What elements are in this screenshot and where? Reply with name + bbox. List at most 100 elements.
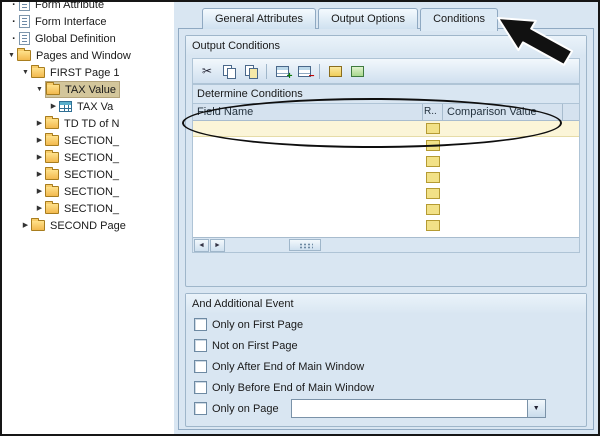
scrollbar-thumb[interactable] [289, 239, 321, 251]
expand-icon[interactable]: ▶ [34, 149, 45, 166]
tree-item-section-2[interactable]: ▶ SECTION_ [2, 149, 172, 166]
tab-conditions[interactable]: Conditions [420, 8, 498, 31]
r-cell[interactable] [423, 169, 443, 185]
collapse-icon[interactable]: ▼ [20, 64, 31, 81]
field-name-cell[interactable] [193, 137, 423, 153]
field-name-cell[interactable] [193, 217, 423, 233]
comparison-value-cell[interactable] [443, 185, 563, 201]
r-input[interactable] [426, 220, 440, 231]
expand-icon[interactable]: ▶ [34, 166, 45, 183]
checkbox-label: Only on First Page [212, 319, 303, 331]
filler-cell [563, 121, 579, 136]
r-cell[interactable] [423, 121, 443, 136]
tree-item-section-5[interactable]: ▶ SECTION_ [2, 200, 172, 217]
folder-icon [45, 135, 59, 146]
field-name-cell[interactable] [193, 121, 423, 136]
additional-event-title: And Additional Event [186, 294, 586, 314]
field-name-cell[interactable] [193, 169, 423, 185]
checkbox-row-not-on-first-page: Not on First Page [186, 335, 586, 356]
column-r[interactable]: R.. [423, 104, 443, 120]
comparison-value-cell[interactable] [443, 201, 563, 217]
table-row[interactable] [193, 201, 579, 217]
checkbox-label: Only on Page [212, 403, 279, 415]
filler-cell [563, 217, 579, 233]
tab-strip: General Attributes Output Options Condit… [180, 8, 498, 30]
cut-icon[interactable]: ✂ [197, 61, 217, 81]
scroll-left-icon[interactable]: ◄ [194, 239, 209, 252]
tree-item-section-4[interactable]: ▶ SECTION_ [2, 183, 172, 200]
tree-item-pages-and-windows[interactable]: ▼ Pages and Window [2, 47, 172, 64]
tree-item-label: SECTION_ [63, 203, 119, 215]
checkbox-icon[interactable] [194, 339, 207, 352]
r-cell[interactable] [423, 217, 443, 233]
select-block-icon[interactable] [325, 61, 345, 81]
smartforms-window: · Form Attribute · Form Interface · Glob… [0, 0, 600, 436]
delete-line-icon[interactable]: − [294, 61, 314, 81]
expand-icon[interactable]: ▶ [20, 217, 31, 234]
page-select[interactable]: ▼ [291, 399, 546, 418]
r-cell[interactable] [423, 137, 443, 153]
r-input[interactable] [426, 123, 440, 134]
tree-item-form-interface[interactable]: · Form Interface [2, 13, 172, 30]
tab-general-attributes[interactable]: General Attributes [202, 8, 316, 29]
comparison-value-cell[interactable] [443, 217, 563, 233]
table-row[interactable] [193, 153, 579, 169]
insert-line-icon[interactable]: + [272, 61, 292, 81]
checkbox-icon[interactable] [194, 402, 207, 415]
table-row[interactable] [193, 137, 579, 153]
expand-icon[interactable]: ▶ [34, 200, 45, 217]
copy-icon[interactable] [219, 61, 239, 81]
tree-item-global-definitions[interactable]: · Global Definition [2, 30, 172, 47]
table-row-selected[interactable] [193, 121, 579, 137]
expand-icon[interactable]: ▶ [34, 115, 45, 132]
scroll-right-icon[interactable]: ► [210, 239, 225, 252]
dropdown-icon[interactable]: ▼ [527, 400, 545, 417]
comparison-value-cell[interactable] [443, 153, 563, 169]
tab-output-options[interactable]: Output Options [318, 8, 418, 29]
field-name-cell[interactable] [193, 201, 423, 217]
column-comparison-value[interactable]: Comparison Value [443, 104, 563, 120]
column-field-name[interactable]: Field Name [193, 104, 423, 120]
expand-icon[interactable]: ▶ [34, 183, 45, 200]
field-name-cell[interactable] [193, 153, 423, 169]
filler-cell [563, 201, 579, 217]
tree-item-form-attributes[interactable]: · Form Attribute [2, 2, 172, 13]
paste-icon[interactable] [241, 61, 261, 81]
tree-item-first-page[interactable]: ▼ FIRST Page 1 [2, 64, 172, 81]
table-header-row: Field Name R.. Comparison Value [193, 104, 579, 121]
r-input[interactable] [426, 188, 440, 199]
tree-item-second-page[interactable]: ▶ SECOND Page [2, 217, 172, 234]
tree-item-label: Pages and Window [35, 50, 131, 62]
r-input[interactable] [426, 204, 440, 215]
tree-item-tax-value[interactable]: ▼ TAX Value [2, 81, 172, 98]
tree-item-tax-value-table[interactable]: ▶ TAX Va [2, 98, 172, 115]
comparison-value-cell[interactable] [443, 169, 563, 185]
checkbox-icon[interactable] [194, 381, 207, 394]
document-icon [19, 15, 30, 28]
folder-icon [46, 84, 60, 95]
folder-icon [31, 67, 45, 78]
field-list-icon[interactable] [347, 61, 367, 81]
r-cell[interactable] [423, 185, 443, 201]
r-input[interactable] [426, 140, 440, 151]
expand-icon[interactable]: ▶ [48, 98, 59, 115]
table-row[interactable] [193, 169, 579, 185]
checkbox-icon[interactable] [194, 360, 207, 373]
r-input[interactable] [426, 172, 440, 183]
table-row[interactable] [193, 185, 579, 201]
comparison-value-cell[interactable] [443, 121, 563, 136]
collapse-icon[interactable]: ▼ [34, 81, 45, 98]
expand-icon[interactable]: ▶ [34, 132, 45, 149]
tree-item-section-3[interactable]: ▶ SECTION_ [2, 166, 172, 183]
checkbox-icon[interactable] [194, 318, 207, 331]
tree-item-td-window[interactable]: ▶ TD TD of N [2, 115, 172, 132]
tree-item-section-1[interactable]: ▶ SECTION_ [2, 132, 172, 149]
field-name-cell[interactable] [193, 185, 423, 201]
comparison-value-cell[interactable] [443, 137, 563, 153]
r-cell[interactable] [423, 201, 443, 217]
collapse-icon[interactable]: ▼ [6, 47, 17, 64]
r-input[interactable] [426, 156, 440, 167]
table-row[interactable] [193, 217, 579, 233]
r-cell[interactable] [423, 153, 443, 169]
horizontal-scrollbar[interactable]: ◄ ► [193, 237, 579, 252]
